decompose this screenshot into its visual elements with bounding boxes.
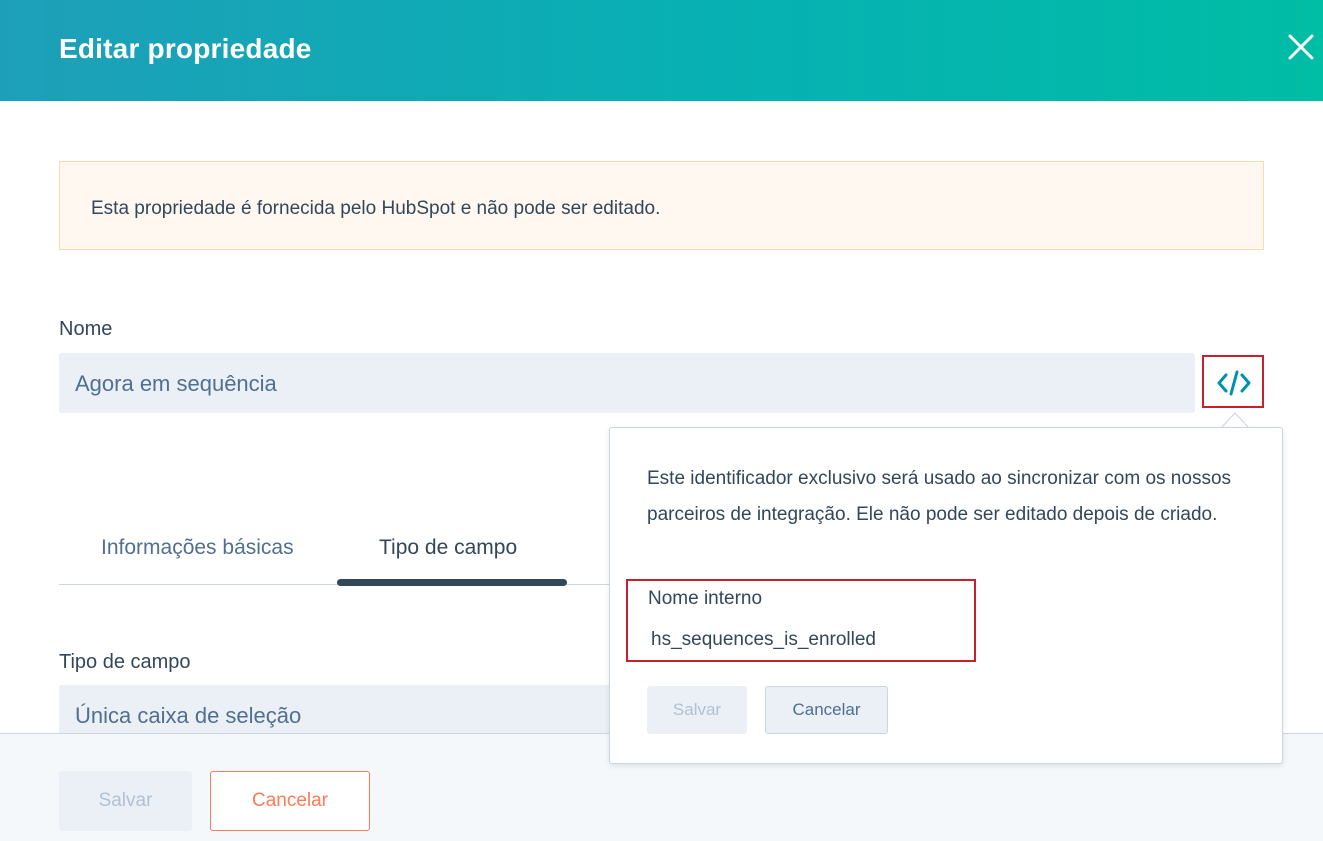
internal-name-label: Nome interno <box>648 588 763 609</box>
save-button[interactable]: Salvar <box>59 771 192 831</box>
close-icon <box>1288 34 1314 60</box>
name-input[interactable]: Agora em sequência <box>59 353 1195 413</box>
field-type-value: Única caixa de seleção <box>75 703 302 728</box>
internal-name-highlight: Nome interno hs_sequences_is_enrolled <box>626 579 976 662</box>
name-input-value: Agora em sequência <box>75 371 277 396</box>
close-button[interactable] <box>1284 30 1318 64</box>
name-label: Nome <box>59 318 113 340</box>
modal-title: Editar propriedade <box>59 33 312 64</box>
tab-bar: Informações básicas Tipo de campo <box>59 520 609 586</box>
active-tab-indicator <box>337 579 567 586</box>
internal-name-button[interactable] <box>1202 355 1264 408</box>
popover-save-button[interactable]: Salvar <box>647 686 747 734</box>
alert-text: Esta propriedade é fornecida pelo HubSpo… <box>91 198 661 219</box>
internal-name-value: hs_sequences_is_enrolled <box>651 629 876 650</box>
read-only-alert: Esta propriedade é fornecida pelo HubSpo… <box>59 161 1264 250</box>
tab-field-type[interactable]: Tipo de campo <box>379 536 517 560</box>
popover-arrow <box>1221 412 1249 428</box>
popover-cancel-button[interactable]: Cancelar <box>765 686 888 734</box>
popover-description: Este identificador exclusivo será usado … <box>647 468 1232 525</box>
tab-basic-info[interactable]: Informações básicas <box>101 536 294 560</box>
code-brackets-icon <box>1217 370 1251 396</box>
internal-name-popover: Este identificador exclusivo será usado … <box>609 427 1283 764</box>
modal-header: Editar propriedade <box>0 0 1323 101</box>
cancel-button[interactable]: Cancelar <box>210 771 370 831</box>
field-type-label: Tipo de campo <box>59 651 191 673</box>
